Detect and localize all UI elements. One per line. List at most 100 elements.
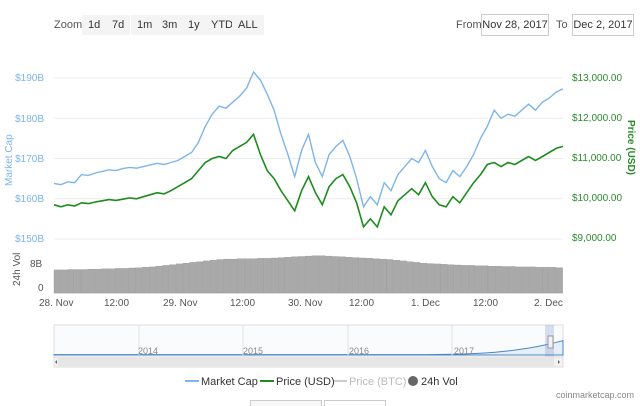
- volume-bar: [108, 269, 114, 293]
- volume-bar: [448, 265, 454, 293]
- volume-bar: [346, 257, 352, 293]
- navigator-handle[interactable]: [548, 336, 553, 348]
- volume-bar: [271, 258, 277, 293]
- legend-price-usd[interactable]: Price (USD): [276, 376, 335, 388]
- volume-bar: [278, 258, 284, 293]
- legend-volume-icon: [408, 376, 418, 386]
- legend-volume[interactable]: 24h Vol: [421, 376, 458, 388]
- volume-bar: [231, 259, 237, 293]
- volume-bar: [339, 257, 345, 293]
- volume-bar: [156, 266, 162, 293]
- volume-bar: [217, 260, 223, 294]
- volume-bar: [169, 265, 175, 293]
- x-tick: 2. Dec: [534, 298, 563, 309]
- volume-bar: [468, 265, 474, 293]
- price-usd-line: [54, 134, 563, 227]
- volume-bar: [502, 267, 508, 294]
- volume-bar: [203, 261, 209, 293]
- volume-bar: [142, 267, 148, 293]
- volume-bar: [359, 258, 365, 293]
- volume-bar: [366, 258, 372, 293]
- volume-bar: [258, 258, 264, 293]
- volume-bar: [353, 258, 359, 293]
- x-tick: 28. Nov: [39, 298, 73, 309]
- x-tick: 29. Nov: [163, 298, 197, 309]
- volume-bar: [190, 262, 196, 293]
- volume-bars: [54, 256, 563, 293]
- volume-bar: [387, 260, 393, 294]
- volume-bar: [176, 264, 182, 293]
- volume-bar: [115, 268, 121, 293]
- volume-bar: [380, 259, 386, 293]
- volume-bar: [543, 267, 549, 293]
- volume-bar: [88, 269, 94, 293]
- volume-bar: [407, 262, 413, 293]
- volume-bar: [298, 257, 304, 294]
- x-tick: 1. Dec: [411, 298, 440, 309]
- navigator-tick: 2014: [138, 346, 158, 356]
- legend-price-btc[interactable]: Price (BTC): [349, 376, 406, 388]
- volume-bar: [529, 267, 535, 293]
- volume-bar: [373, 259, 379, 293]
- volume-bar: [129, 268, 135, 293]
- volume-bar: [102, 269, 108, 293]
- navigator-scrollbar-thumb[interactable]: [58, 358, 554, 366]
- volume-bar: [305, 256, 311, 293]
- credit-link[interactable]: coinmarketcap.com: [556, 390, 634, 400]
- volume-bar: [264, 258, 270, 293]
- volume-bar: [285, 257, 291, 293]
- volume-bar: [54, 270, 60, 293]
- volume-bar: [400, 261, 406, 293]
- volume-bar: [244, 259, 250, 293]
- volume-bar: [237, 259, 243, 293]
- volume-bar: [312, 256, 318, 293]
- volume-bar: [74, 270, 80, 294]
- volume-bar: [81, 270, 87, 294]
- volume-bar: [393, 260, 399, 293]
- volume-bar: [224, 259, 230, 293]
- volume-bar: [122, 268, 128, 293]
- legend-market-cap[interactable]: Market Cap: [201, 376, 258, 388]
- volume-bar: [163, 265, 169, 293]
- volume-bar: [427, 264, 433, 293]
- volume-bar: [556, 268, 562, 293]
- navigator-tick: 2015: [243, 346, 263, 356]
- volume-bar: [197, 262, 203, 293]
- x-tick: 30. Nov: [288, 298, 322, 309]
- volume-bar: [135, 268, 141, 293]
- bottom-tab[interactable]: [250, 400, 322, 406]
- volume-bar: [536, 267, 542, 293]
- volume-bar: [210, 260, 216, 293]
- navigator-tick: 2017: [454, 346, 474, 356]
- price-chart[interactable]: [0, 0, 640, 405]
- volume-bar: [509, 267, 515, 294]
- volume-bar: [326, 256, 332, 293]
- volume-bar: [441, 264, 447, 293]
- volume-bar: [495, 266, 501, 293]
- volume-bar: [183, 263, 189, 293]
- volume-bar: [549, 267, 555, 293]
- navigator-background: [54, 325, 563, 357]
- volume-bar: [454, 265, 460, 293]
- volume-bar: [292, 257, 298, 293]
- volume-bar: [461, 265, 467, 293]
- volume-bar: [95, 269, 101, 293]
- volume-bar: [522, 267, 528, 293]
- volume-bar: [434, 264, 440, 293]
- volume-bar: [332, 257, 338, 294]
- x-tick: 12:00: [473, 298, 498, 309]
- x-tick: 12:00: [104, 298, 129, 309]
- volume-bar: [414, 262, 420, 293]
- volume-bar: [61, 270, 67, 293]
- volume-bar: [421, 263, 427, 293]
- volume-bar: [68, 270, 74, 294]
- volume-bar: [149, 267, 155, 293]
- market-cap-line: [54, 72, 563, 207]
- x-tick: 12:00: [349, 298, 374, 309]
- navigator-tick: 2016: [349, 346, 369, 356]
- bottom-tab[interactable]: [324, 400, 386, 406]
- volume-bar: [319, 256, 325, 293]
- x-tick: 12:00: [230, 298, 255, 309]
- volume-bar: [475, 266, 481, 293]
- volume-bar: [251, 259, 257, 293]
